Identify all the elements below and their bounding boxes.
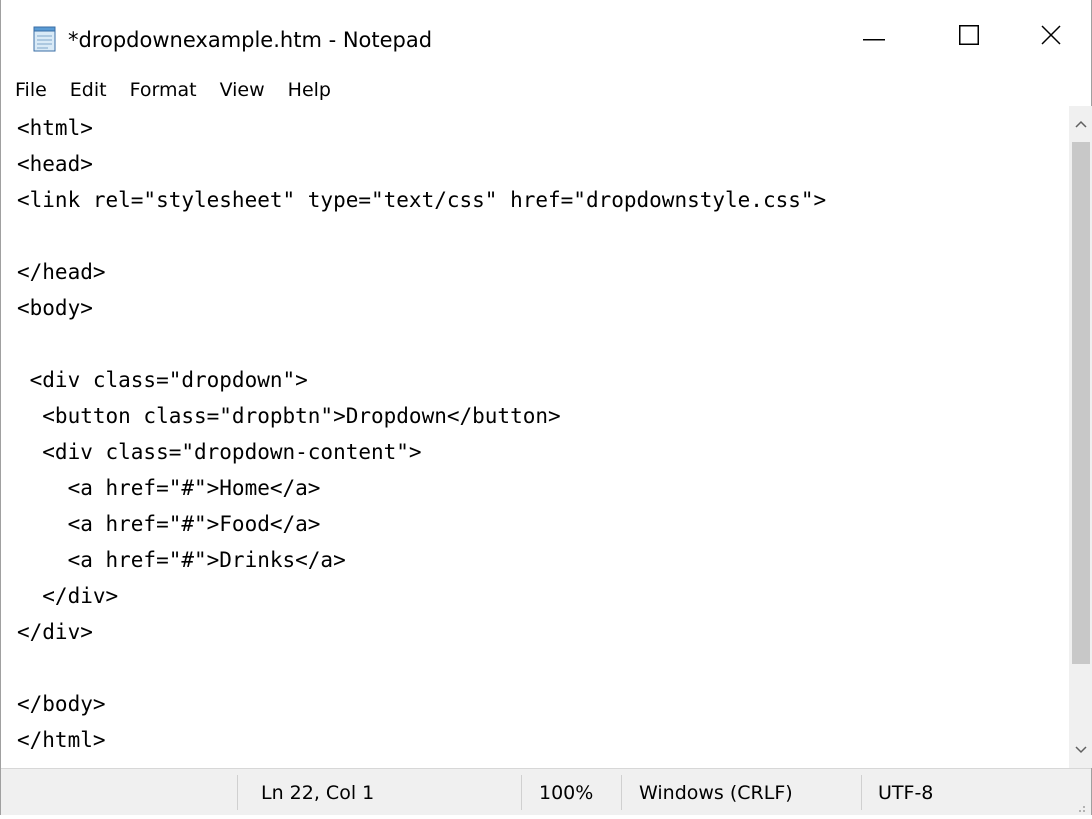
editor-line: <a href="#">Drinks</a> xyxy=(17,548,346,572)
notepad-window: *dropdownexample.htm - Notepad File Edit… xyxy=(0,0,1092,815)
maximize-button[interactable] xyxy=(921,0,1016,74)
editor-line: </div> xyxy=(17,620,93,644)
text-editor[interactable]: <html> <head> <link rel="stylesheet" typ… xyxy=(1,106,1069,768)
status-divider xyxy=(861,775,862,810)
status-line-ending: Windows (CRLF) xyxy=(639,782,793,804)
status-encoding: UTF-8 xyxy=(878,782,934,804)
menu-file[interactable]: File xyxy=(15,76,47,104)
editor-line: <html> xyxy=(17,116,93,140)
close-icon xyxy=(1041,24,1061,50)
resize-grip-icon[interactable] xyxy=(1073,797,1087,812)
status-divider xyxy=(621,775,622,810)
editor-line: </body> xyxy=(17,692,106,716)
scrollbar-thumb[interactable] xyxy=(1072,142,1090,664)
scroll-down-button[interactable] xyxy=(1069,732,1092,768)
menu-view[interactable]: View xyxy=(220,76,265,104)
editor-line: <a href="#">Food</a> xyxy=(17,512,321,536)
editor-line: <button class="dropbtn">Dropdown</button… xyxy=(17,404,561,428)
editor-line: <div class="dropdown-content"> xyxy=(17,440,422,464)
menu-bar: File Edit Format View Help xyxy=(1,74,1091,106)
scroll-up-button[interactable] xyxy=(1069,106,1092,142)
editor-line: <body> xyxy=(17,296,93,320)
menu-edit[interactable]: Edit xyxy=(70,76,107,104)
notepad-icon[interactable] xyxy=(33,26,57,52)
editor-line: <a href="#">Home</a> xyxy=(17,476,321,500)
maximize-icon xyxy=(958,24,979,50)
status-divider xyxy=(521,775,522,810)
editor-line: </head> xyxy=(17,260,106,284)
close-button[interactable] xyxy=(1009,0,1092,74)
minimize-button[interactable] xyxy=(826,0,921,74)
chevron-down-icon xyxy=(1075,741,1087,759)
vertical-scrollbar[interactable] xyxy=(1069,106,1092,768)
status-zoom: 100% xyxy=(539,782,594,804)
editor-line: <div class="dropdown"> xyxy=(17,368,308,392)
editor-line: </div> xyxy=(17,584,119,608)
editor-line: </html> xyxy=(17,728,106,752)
editor-line: <head> xyxy=(17,152,93,176)
status-bar: Ln 22, Col 1 100% Windows (CRLF) UTF-8 xyxy=(1,768,1091,815)
title-bar[interactable]: *dropdownexample.htm - Notepad xyxy=(1,0,1091,74)
minimize-icon xyxy=(862,28,885,46)
chevron-up-icon xyxy=(1075,115,1087,133)
menu-format[interactable]: Format xyxy=(130,76,197,104)
menu-help[interactable]: Help xyxy=(288,76,331,104)
status-cursor-position: Ln 22, Col 1 xyxy=(261,782,375,804)
window-title: *dropdownexample.htm - Notepad xyxy=(68,28,433,52)
editor-line: <link rel="stylesheet" type="text/css" h… xyxy=(17,188,827,212)
status-divider xyxy=(237,775,238,810)
